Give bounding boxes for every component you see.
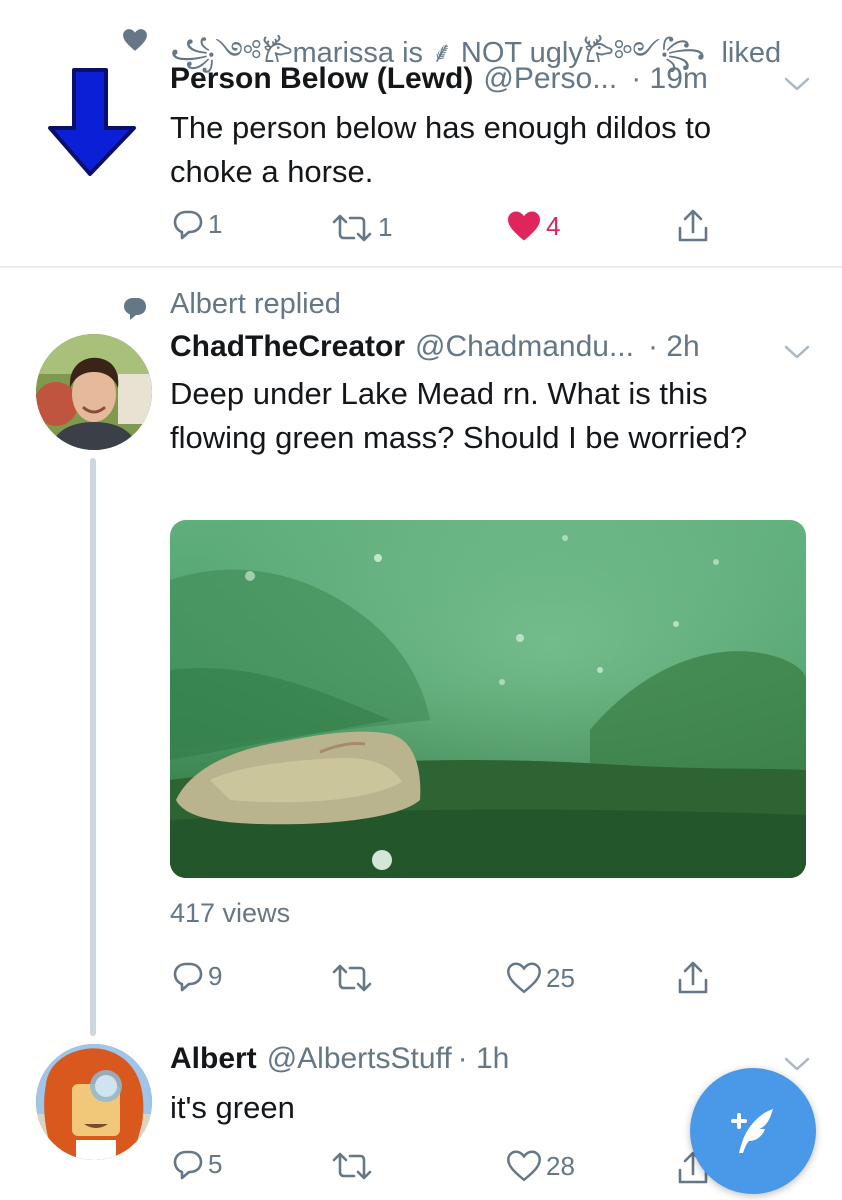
share-icon [676,960,710,996]
reply-button[interactable]: 9 [172,960,222,992]
share-button[interactable] [676,960,710,996]
compose-icon [723,1101,783,1161]
heart-icon [506,962,542,994]
view-count: 417 views [170,898,291,928]
reply-context[interactable]: Albert replied [170,288,341,321]
share-icon [676,208,710,244]
reply-button[interactable]: 5 [172,1148,222,1180]
like-count: 25 [546,962,575,993]
reply-count: 9 [208,960,223,991]
retweet-button[interactable] [330,1152,378,1180]
retweet-icon [330,214,374,242]
tweet-text: The person below has enough dildos to ch… [170,110,712,189]
heart-icon [506,1150,542,1182]
retweet-count: 1 [378,212,393,242]
avatar[interactable] [36,334,152,450]
tweet-video[interactable] [170,520,806,878]
chevron-down-icon[interactable] [782,342,812,362]
compose-button[interactable] [690,1068,816,1194]
author-handle[interactable]: @AlbertsStuff [267,1042,452,1075]
timestamp[interactable]: · 19m [631,62,708,95]
tweet-text: it's green [170,1090,295,1125]
author-handle[interactable]: @Chadmandu... [415,330,634,363]
avatar[interactable] [36,1044,152,1160]
author-name[interactable]: Albert [170,1042,257,1075]
chevron-down-icon[interactable] [782,74,812,94]
heart-icon [506,210,542,242]
context-action: liked [721,37,782,69]
chevron-down-icon[interactable] [782,1054,812,1074]
thread-line [90,458,96,1036]
tweet-text: Deep under Lake Mead rn. What is this fl… [170,376,748,455]
like-button[interactable]: 25 [506,962,575,994]
reply-icon [172,1148,204,1180]
reply-count: 1 [208,208,223,239]
author-name[interactable]: ChadTheCreator [170,330,405,363]
reply-count: 5 [208,1148,223,1179]
reply-bubble-icon [122,296,148,322]
retweet-button[interactable] [330,964,378,992]
down-arrow-icon [46,66,138,178]
tweet-header: Albert @AlbertsStuff · 1h [170,1042,509,1076]
timestamp[interactable]: · 2h [648,330,700,363]
reply-button[interactable]: 1 [172,208,222,240]
tweet-header: Person Below (Lewd) @Perso... · 19m [170,62,708,96]
retweet-icon [330,964,374,992]
heart-icon [122,28,148,52]
author-handle[interactable]: @Perso... [483,62,617,95]
reply-icon [172,208,204,240]
timestamp[interactable]: · 1h [458,1042,510,1075]
like-button[interactable]: 4 [506,210,560,242]
retweet-icon [330,1152,374,1180]
tweet-header: ChadTheCreator @Chadmandu... · 2h [170,330,700,364]
divider [0,266,842,268]
like-button[interactable]: 28 [506,1150,575,1182]
retweet-button[interactable]: 1 [330,212,392,243]
share-button[interactable] [676,208,710,244]
author-name[interactable]: Person Below (Lewd) [170,62,473,95]
reply-icon [172,960,204,992]
like-count: 4 [546,210,561,241]
like-count: 28 [546,1150,575,1181]
